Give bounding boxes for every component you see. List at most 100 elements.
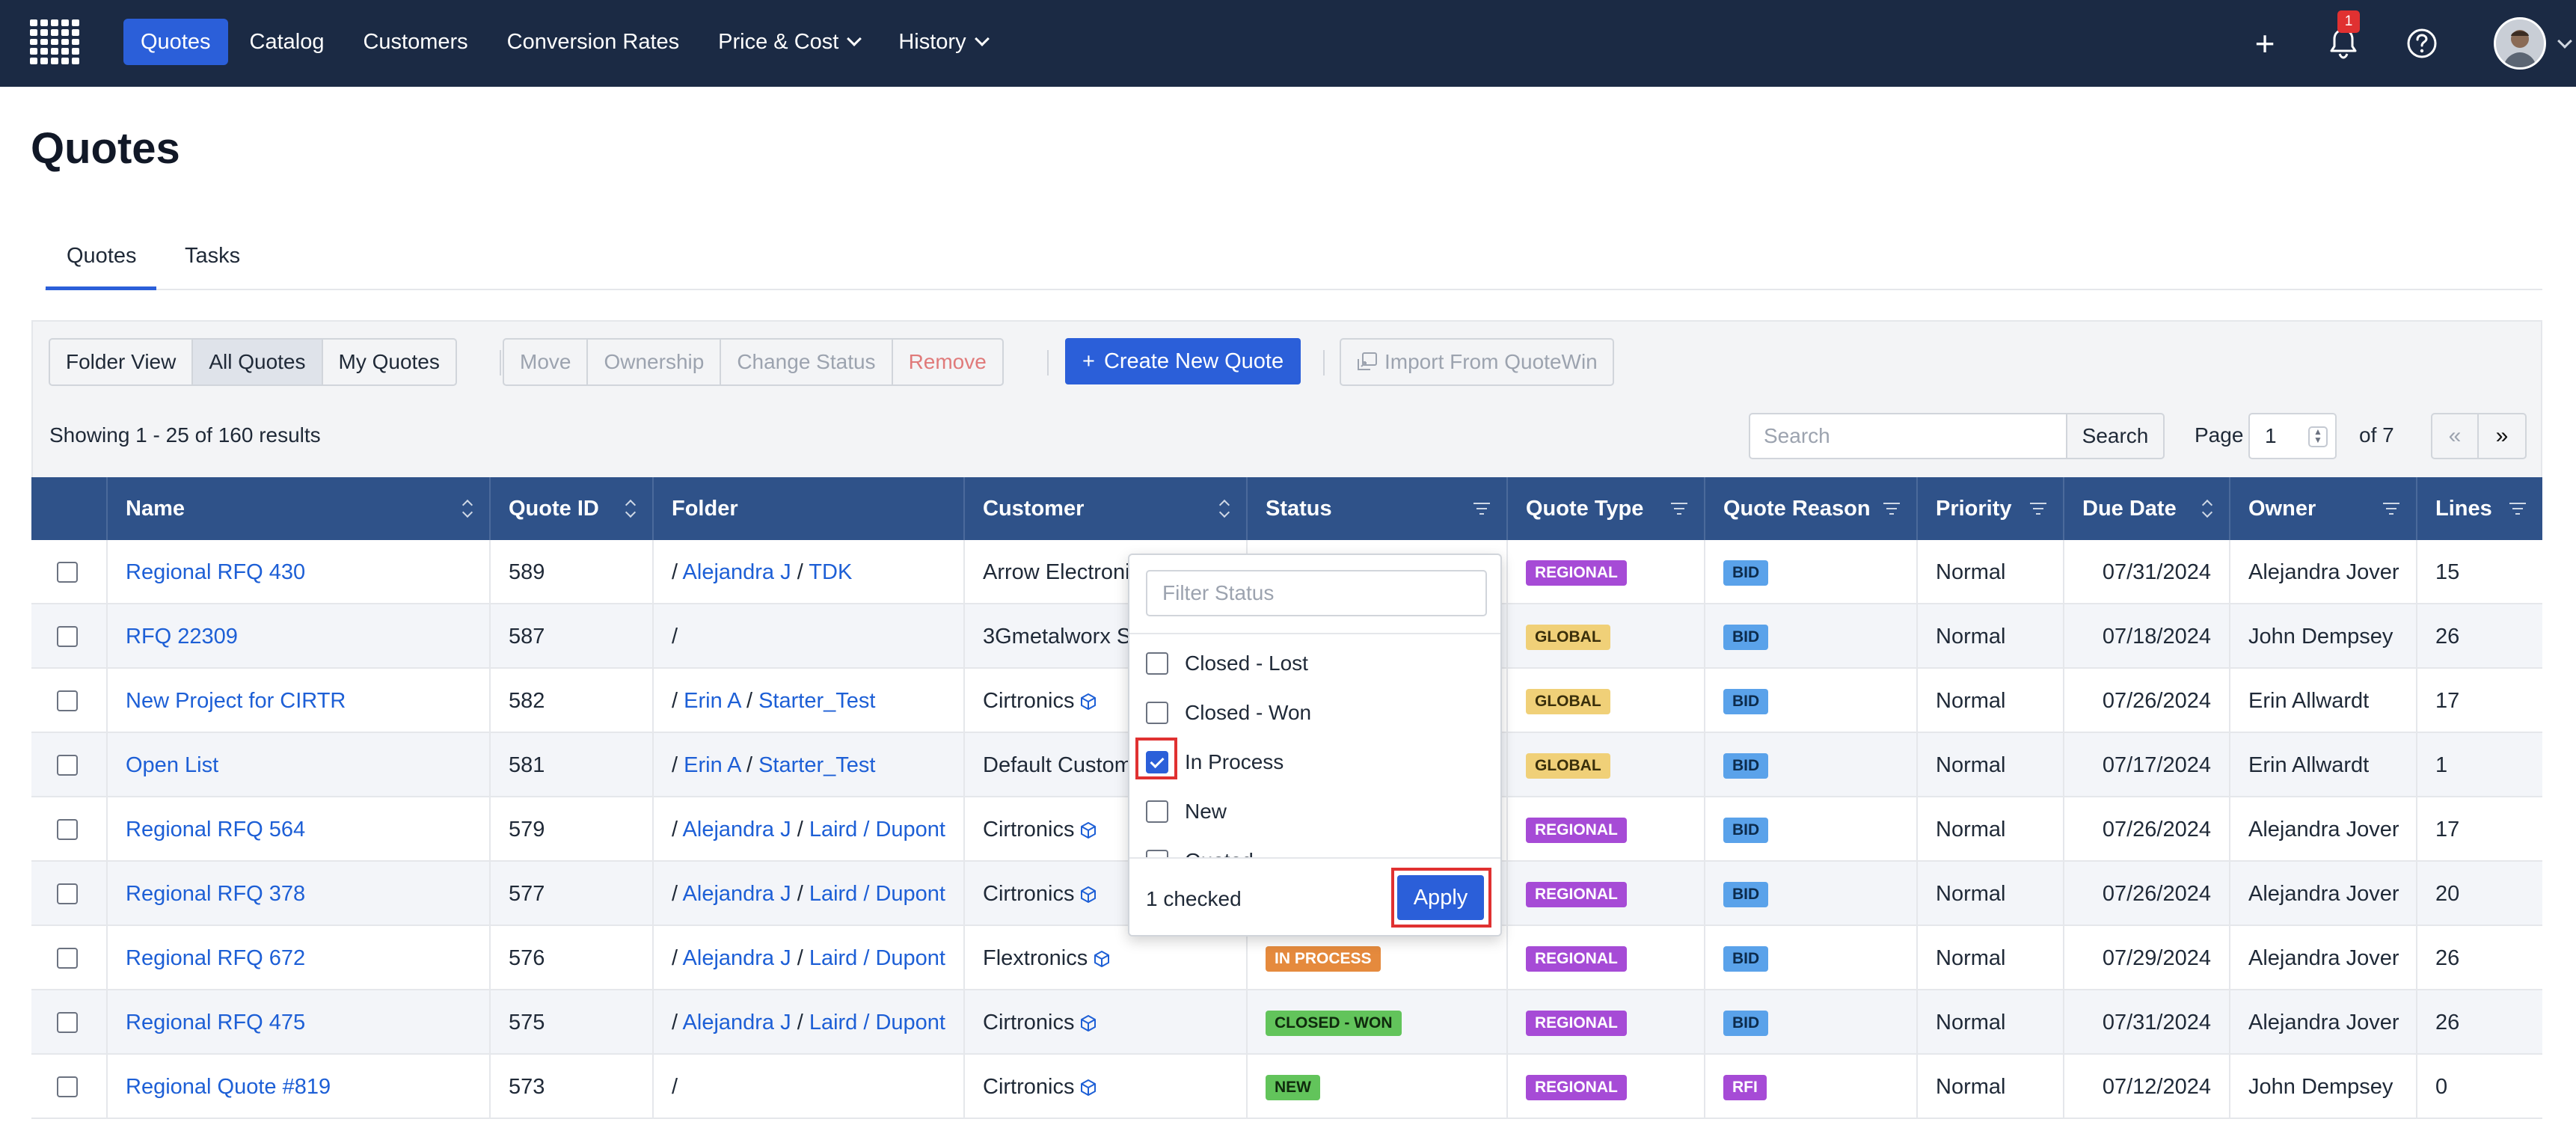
move-button[interactable]: Move: [504, 340, 589, 384]
column-folder: Folder: [652, 477, 963, 540]
stepper-icon[interactable]: ▲ ▼: [2308, 426, 2328, 447]
folder-link[interactable]: Erin A: [684, 753, 740, 777]
folder-link[interactable]: Alejandra J: [683, 560, 791, 584]
row-checkbox[interactable]: [57, 1076, 78, 1097]
quote-id-cell: 581: [489, 733, 652, 797]
status-option[interactable]: Closed - Lost: [1146, 649, 1308, 678]
status-option[interactable]: New: [1146, 797, 1227, 827]
customer-name: Default Custom: [983, 753, 1132, 777]
row-checkbox[interactable]: [57, 755, 78, 776]
help-icon[interactable]: [2401, 22, 2443, 64]
select-all-column: [31, 477, 106, 540]
filter-status-input[interactable]: Filter Status: [1146, 570, 1487, 616]
row-checkbox[interactable]: [57, 626, 78, 647]
folder-view-button[interactable]: Folder View: [50, 340, 194, 384]
avatar[interactable]: [2494, 17, 2546, 70]
my-quotes-button[interactable]: My Quotes: [323, 340, 456, 384]
column-priority[interactable]: Priority: [1916, 477, 2063, 540]
quote-name-cell: Regional RFQ 378: [106, 862, 489, 926]
folder-link[interactable]: Erin A: [684, 689, 740, 713]
plus-icon[interactable]: +: [2244, 22, 2286, 64]
tab-tasks[interactable]: Tasks: [185, 244, 240, 269]
nav-customers[interactable]: Customers: [346, 19, 485, 65]
prev-page-button[interactable]: «: [2432, 414, 2479, 458]
tab-quotes[interactable]: Quotes: [67, 244, 137, 269]
ownership-button[interactable]: Ownership: [588, 340, 722, 384]
nav-history[interactable]: History: [881, 19, 1004, 65]
folder-link[interactable]: Laird / Dupont: [809, 1011, 945, 1034]
lines-cell: 17: [2416, 669, 2542, 733]
change-status-button[interactable]: Change Status: [721, 340, 893, 384]
create-new-quote-label: Create New Quote: [1103, 349, 1284, 373]
nav-label: Catalog: [249, 30, 325, 54]
customer-name: Flextronics: [983, 946, 1088, 970]
due-date-cell: 07/18/2024: [2063, 604, 2229, 669]
nav-conversion-rates[interactable]: Conversion Rates: [490, 19, 697, 65]
quote-name-link[interactable]: Regional RFQ 378: [126, 882, 305, 906]
search-input[interactable]: Search: [1749, 413, 2067, 459]
table-row[interactable]: Regional RFQ 475 575/ Alejandra J / Laird…: [31, 990, 2542, 1055]
folder-link[interactable]: Starter_Test: [758, 689, 875, 713]
row-checkbox[interactable]: [57, 562, 78, 583]
column-name[interactable]: Name: [106, 477, 489, 540]
column-status[interactable]: Status: [1246, 477, 1506, 540]
cube-icon: [1081, 693, 1097, 711]
folder-link[interactable]: Starter_Test: [758, 753, 875, 777]
status-cell: NEW: [1246, 1055, 1506, 1119]
quote-name-link[interactable]: Regional RFQ 430: [126, 560, 305, 584]
quote-name-link[interactable]: Regional RFQ 564: [126, 818, 305, 842]
folder-link[interactable]: Alejandra J: [683, 818, 791, 842]
sort-icon: [2202, 500, 2212, 518]
remove-button[interactable]: Remove: [893, 340, 1002, 384]
status-badge: CLOSED - WON: [1266, 1011, 1402, 1037]
customer-name: Cirtronics: [983, 689, 1075, 713]
quote-name-link[interactable]: Regional RFQ 475: [126, 1011, 305, 1034]
column-quote-id[interactable]: Quote ID: [489, 477, 652, 540]
folder-link[interactable]: Laird / Dupont: [809, 946, 945, 970]
column-customer[interactable]: Customer: [963, 477, 1246, 540]
column-quote-reason[interactable]: Quote Reason: [1704, 477, 1916, 540]
lines-cell: 26: [2416, 990, 2542, 1055]
column-due-date[interactable]: Due Date: [2063, 477, 2229, 540]
search-button[interactable]: Search: [2066, 413, 2165, 459]
folder-separator: /: [672, 1075, 678, 1099]
nav-quotes[interactable]: Quotes: [123, 19, 228, 65]
row-checkbox[interactable]: [57, 1012, 78, 1033]
status-option-checkbox[interactable]: [1146, 702, 1168, 724]
nav-price-cost[interactable]: Price & Cost: [701, 19, 877, 65]
quote-type-cell: GLOBAL: [1506, 604, 1704, 669]
app-logo[interactable]: [30, 19, 79, 64]
owner-cell: Alejandra Jover: [2229, 926, 2416, 990]
quote-name-link[interactable]: Regional RFQ 672: [126, 946, 305, 970]
page-number-input[interactable]: 1 ▲ ▼: [2248, 413, 2337, 459]
status-option-checkbox[interactable]: [1146, 652, 1168, 675]
status-option-checkbox[interactable]: [1146, 800, 1168, 823]
row-checkbox[interactable]: [57, 948, 78, 969]
quote-name-link[interactable]: RFQ 22309: [126, 625, 238, 649]
row-select-cell: [31, 1055, 106, 1119]
folder-link[interactable]: Alejandra J: [683, 1011, 791, 1034]
quote-name-link[interactable]: Open List: [126, 753, 218, 777]
folder-link[interactable]: Laird / Dupont: [809, 818, 945, 842]
folder-link[interactable]: Alejandra J: [683, 882, 791, 906]
next-page-button[interactable]: »: [2479, 414, 2525, 458]
column-owner[interactable]: Owner: [2229, 477, 2416, 540]
column-quote-type[interactable]: Quote Type: [1506, 477, 1704, 540]
import-from-quotewin-button[interactable]: Import From QuoteWin: [1340, 338, 1614, 386]
row-checkbox[interactable]: [57, 819, 78, 840]
chevron-down-icon[interactable]: [2557, 34, 2572, 49]
create-new-quote-button[interactable]: + Create New Quote: [1065, 338, 1301, 384]
nav-catalog[interactable]: Catalog: [233, 19, 342, 65]
folder-link[interactable]: Laird / Dupont: [809, 882, 945, 906]
row-checkbox[interactable]: [57, 690, 78, 711]
table-row[interactable]: Regional Quote #819 573 / Cirtronics NEW REGI…: [31, 1055, 2542, 1119]
row-checkbox[interactable]: [57, 883, 78, 904]
folder-link[interactable]: TDK: [809, 560, 852, 584]
quote-name-link[interactable]: New Project for CIRTR: [126, 689, 346, 713]
status-option[interactable]: Closed - Won: [1146, 698, 1311, 728]
owner-cell: Alejandra Jover: [2229, 540, 2416, 604]
quote-name-link[interactable]: Regional Quote #819: [126, 1075, 331, 1099]
column-lines[interactable]: Lines: [2416, 477, 2542, 540]
all-quotes-button[interactable]: All Quotes: [193, 340, 323, 384]
folder-link[interactable]: Alejandra J: [683, 946, 791, 970]
